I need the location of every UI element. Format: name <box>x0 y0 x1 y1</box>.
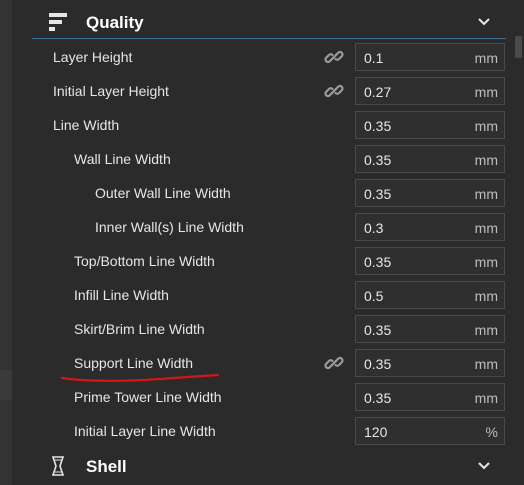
setting-label: Inner Wall(s) Line Width <box>95 219 244 235</box>
setting-unit: mm <box>474 390 498 406</box>
setting-label: Initial Layer Height <box>53 83 169 99</box>
setting-value: 120 <box>364 424 388 440</box>
setting-label: Top/Bottom Line Width <box>74 253 215 269</box>
setting-value-field[interactable]: 0.27 mm <box>355 77 505 105</box>
setting-value-field[interactable]: 0.3 mm <box>355 213 505 241</box>
quality-icon <box>49 13 67 31</box>
setting-unit: mm <box>474 118 498 134</box>
setting-value-field[interactable]: 0.5 mm <box>355 281 505 309</box>
setting-value: 0.35 <box>364 322 392 338</box>
setting-value: 0.35 <box>364 390 392 406</box>
setting-value: 0.35 <box>364 254 392 270</box>
setting-value-field[interactable]: 0.35 mm <box>355 315 505 343</box>
setting-value-field[interactable]: 0.35 mm <box>355 111 505 139</box>
setting-value: 0.1 <box>364 50 384 66</box>
setting-value: 0.3 <box>364 220 384 236</box>
setting-label: Layer Height <box>53 49 133 65</box>
setting-unit: mm <box>474 152 498 168</box>
setting-value-field[interactable]: 0.35 mm <box>355 145 505 173</box>
link-icon[interactable] <box>324 81 344 101</box>
setting-row: Initial Layer Line Width 120% <box>32 414 506 448</box>
setting-unit: mm <box>474 50 498 66</box>
setting-value: 0.35 <box>364 186 392 202</box>
setting-label: Line Width <box>53 117 120 133</box>
setting-label: Skirt/Brim Line Width <box>74 321 205 337</box>
setting-value: 0.5 <box>364 288 384 304</box>
setting-row: Infill Line Width 0.5 mm <box>32 278 506 312</box>
section-title-quality: Quality <box>86 13 144 32</box>
setting-row: Top/Bottom Line Width 0.35 mm <box>32 244 506 278</box>
setting-unit: mm <box>474 84 498 100</box>
setting-unit: % <box>485 424 498 440</box>
setting-unit: mm <box>474 254 498 270</box>
setting-row: Initial Layer Height 0.27 mm <box>32 74 506 108</box>
setting-unit: mm <box>474 356 498 372</box>
setting-label: Support Line Width <box>74 355 194 371</box>
chevron-down-icon[interactable] <box>476 14 492 30</box>
setting-unit: mm <box>474 220 498 236</box>
setting-row: Layer Height 0.1 mm <box>32 40 506 74</box>
setting-label: Infill Line Width <box>74 287 169 303</box>
setting-value: 0.35 <box>364 152 392 168</box>
section-header-shell[interactable]: Shell <box>32 450 506 482</box>
setting-unit: mm <box>474 186 498 202</box>
setting-value-field[interactable]: 120% <box>355 417 505 445</box>
setting-value-field[interactable]: 0.1 mm <box>355 43 505 71</box>
shell-icon <box>51 456 65 476</box>
setting-value: 0.27 <box>364 84 392 100</box>
section-header-quality[interactable]: Quality <box>32 6 506 39</box>
setting-unit: mm <box>474 288 498 304</box>
setting-value-field[interactable]: 0.35 mm <box>355 179 505 207</box>
scrollbar[interactable] <box>513 0 524 485</box>
link-icon[interactable] <box>324 353 344 373</box>
link-icon[interactable] <box>324 47 344 67</box>
setting-label: Outer Wall Line Width <box>95 185 231 201</box>
setting-row: Skirt/Brim Line Width 0.35 mm <box>32 312 506 346</box>
setting-row: Inner Wall(s) Line Width 0.3 mm <box>32 210 506 244</box>
left-panel-handle <box>0 370 12 400</box>
setting-value-field[interactable]: 0.35 mm <box>355 383 505 411</box>
setting-row: Line Width 0.35 mm <box>32 108 506 142</box>
chevron-down-icon[interactable] <box>476 458 492 474</box>
section-title-shell: Shell <box>86 457 127 476</box>
setting-unit: mm <box>474 322 498 338</box>
setting-value: 0.35 <box>364 118 392 134</box>
setting-label: Initial Layer Line Width <box>74 423 216 439</box>
annotation-underline <box>60 373 220 382</box>
setting-row: Wall Line Width 0.35 mm <box>32 142 506 176</box>
left-panel-edge <box>0 0 12 485</box>
setting-label: Prime Tower Line Width <box>74 389 222 405</box>
setting-row: Outer Wall Line Width 0.35 mm <box>32 176 506 210</box>
setting-value: 0.35 <box>364 356 392 372</box>
setting-value-field[interactable]: 0.35 mm <box>355 349 505 377</box>
scrollbar-thumb[interactable] <box>515 36 522 58</box>
setting-row: Prime Tower Line Width 0.35 mm <box>32 380 506 414</box>
setting-value-field[interactable]: 0.35 mm <box>355 247 505 275</box>
setting-label: Wall Line Width <box>74 151 171 167</box>
